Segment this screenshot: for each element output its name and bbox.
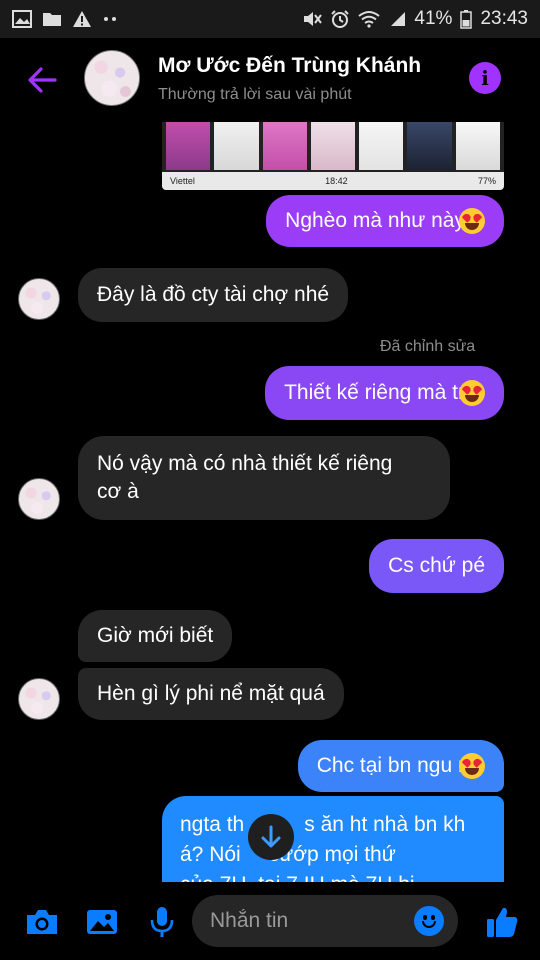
like-button[interactable]: [482, 902, 522, 942]
back-button[interactable]: [22, 60, 62, 100]
image-time: 18:42: [325, 176, 348, 186]
warning-notification-icon: [72, 10, 92, 28]
gallery-notification-icon: [12, 10, 32, 28]
received-message[interactable]: Nó vậy mà có nhà thiết kế riêng cơ à: [78, 436, 450, 520]
message-list[interactable]: Viettel 18:42 77% Nghèo mà như này Đây l…: [0, 122, 540, 882]
message-text: Hèn gì lý phi nể mặt quá: [97, 682, 325, 705]
gallery-button[interactable]: [82, 902, 122, 942]
info-icon: i: [481, 66, 489, 90]
arrow-left-icon: [28, 67, 57, 93]
message-text-line: á? Nói cướp mọi thứ: [180, 843, 396, 866]
arrow-down-icon: [261, 825, 281, 848]
received-message[interactable]: Đây là đồ cty tài chợ nhé: [78, 268, 349, 322]
sent-message[interactable]: Cs chứ pé: [369, 539, 504, 593]
signal-icon: [388, 11, 406, 27]
message-text: Giờ mới biết: [97, 624, 214, 647]
mute-icon: [302, 10, 323, 28]
sent-message[interactable]: Chc tại bn ngu r: [297, 740, 504, 792]
thumbs-up-icon: [487, 907, 518, 937]
image-status-bar: Viettel 18:42 77%: [162, 172, 504, 190]
image-icon: [87, 910, 117, 934]
info-button[interactable]: i: [469, 62, 501, 94]
message-text: Nghèo mà như này: [285, 209, 465, 232]
heart-eyes-emoji-icon: [459, 380, 485, 406]
edited-label: Đã chỉnh sửa: [380, 338, 476, 355]
battery-icon: [460, 9, 473, 29]
message-text-line: của 7H, tại 7 IH mà 7H bị: [180, 870, 486, 882]
sent-message[interactable]: ngta th s ăn ht nhà bn kh á? Nói cướp mọi …: [162, 796, 504, 882]
message-text-line: Nó vậy mà có nhà thiết kế riêng: [97, 452, 393, 475]
message-text-line: cơ à: [97, 480, 139, 503]
more-notifications-icon: [102, 15, 118, 23]
wifi-icon: [358, 10, 381, 28]
message-text: Chc tại bn ngu r: [316, 754, 465, 777]
contact-avatar-small[interactable]: [18, 278, 60, 320]
message-text-line: ngta th s ăn ht nhà bn kh: [180, 813, 466, 836]
camera-icon: [27, 910, 57, 934]
image-thumbnail-strip: [162, 122, 504, 170]
heart-eyes-emoji-icon: [459, 753, 485, 779]
sent-message[interactable]: Nghèo mà như này: [266, 195, 504, 247]
message-text: Cs chứ pé: [388, 554, 485, 577]
contact-name[interactable]: Mơ Ước Đến Trùng Khánh: [158, 54, 421, 78]
image-carrier: Viettel: [170, 176, 195, 186]
received-message[interactable]: Hèn gì lý phi nể mặt quá: [78, 668, 344, 720]
alarm-icon: [330, 9, 350, 29]
status-bar: 41% 23:43: [0, 0, 540, 38]
conversation-header: Mơ Ước Đến Trùng Khánh Thường trả lời sa…: [0, 38, 540, 122]
contact-status: Thường trả lời sau vài phút: [158, 86, 352, 103]
emoji-button[interactable]: [414, 906, 444, 936]
heart-eyes-emoji-icon: [459, 208, 485, 234]
received-message[interactable]: Giờ mới biết: [78, 610, 233, 662]
image-battery: 77%: [477, 176, 496, 186]
message-composer: [0, 882, 540, 960]
camera-button[interactable]: [22, 902, 62, 942]
contact-avatar-small[interactable]: [18, 478, 60, 520]
folder-notification-icon: [42, 11, 62, 27]
microphone-icon: [150, 907, 174, 937]
battery-percent: 41%: [414, 8, 453, 29]
scroll-to-bottom-button[interactable]: [248, 814, 294, 860]
contact-avatar[interactable]: [84, 50, 140, 106]
contact-avatar-small[interactable]: [18, 678, 60, 720]
shared-screenshot-image[interactable]: Viettel 18:42 77%: [162, 122, 504, 190]
sent-message[interactable]: Thiết kế riêng mà tr: [265, 366, 504, 420]
smiley-icon: [422, 921, 436, 928]
clock: 23:43: [480, 8, 528, 29]
voice-button[interactable]: [142, 902, 182, 942]
message-text: Đây là đồ cty tài chợ nhé: [97, 283, 330, 306]
message-text: Thiết kế riêng mà tr: [284, 381, 465, 404]
